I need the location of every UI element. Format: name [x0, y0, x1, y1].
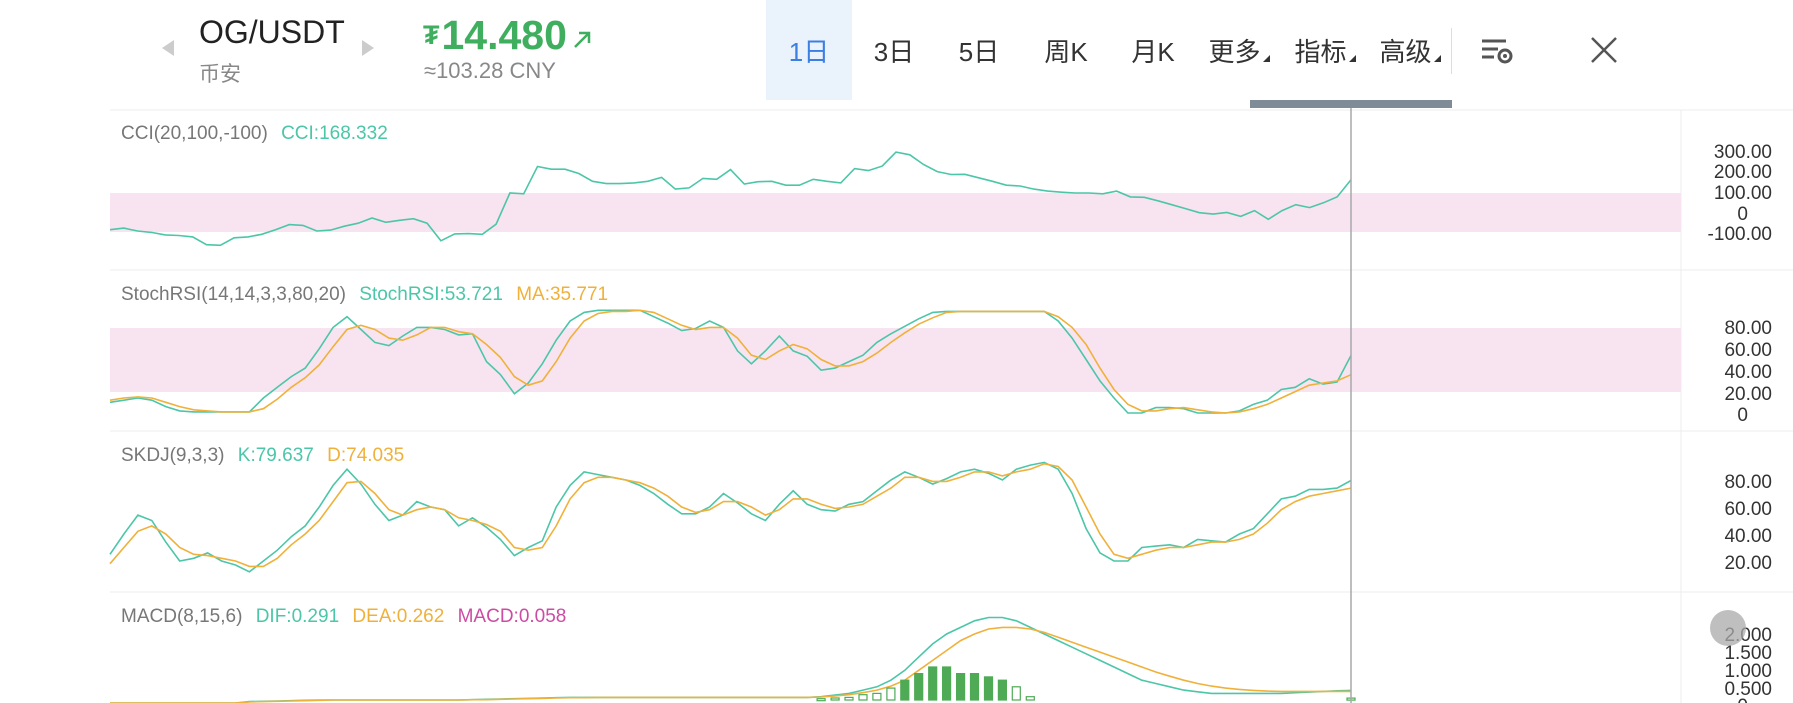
- skdj-legend: SKDJ(9,3,3) K:79.637 D:74.035: [121, 445, 404, 466]
- macd-histogram-bar: [872, 692, 882, 701]
- stochrsi-legend: StochRSI(14,14,3,3,80,20) StochRSI:53.72…: [121, 284, 608, 305]
- skdj-tick: 60.00: [1724, 499, 1772, 520]
- d-line: [109, 462, 1352, 568]
- macd-histogram-bar: [914, 672, 924, 701]
- stochrsi-tick: 40.00: [1724, 362, 1772, 383]
- skdj-tick: 20.00: [1724, 553, 1772, 574]
- indicator-charts[interactable]: CCI(20,100,-100) CCI:168.332 StochRSI(14…: [0, 0, 1793, 703]
- cci-tick: 100.00: [1714, 183, 1772, 204]
- macd-histogram-bar: [941, 666, 952, 701]
- stochrsi-tick: 20.00: [1724, 384, 1772, 405]
- macd-histogram-bar: [900, 679, 910, 701]
- stochrsi-band: [110, 328, 1681, 392]
- cci-tick: 300.00: [1714, 142, 1772, 163]
- stochrsi-tick: 60.00: [1724, 340, 1772, 361]
- cci-legend: CCI(20,100,-100) CCI:168.332: [121, 123, 388, 144]
- macd-histogram-bar: [969, 672, 980, 701]
- stochrsi-tick: 80.00: [1724, 318, 1772, 339]
- skdj-tick: 80.00: [1724, 472, 1772, 493]
- k-line: [109, 461, 1352, 573]
- macd-histogram-bar: [997, 679, 1008, 701]
- macd-histogram-bar: [928, 666, 938, 701]
- macd-histogram-bar: [955, 672, 966, 701]
- cci-tick: 200.00: [1714, 162, 1772, 183]
- cci-tick: 0: [1737, 204, 1748, 225]
- stochrsi-tick: 0: [1737, 405, 1748, 426]
- macd-histogram-bar: [1011, 686, 1021, 701]
- cci-tick: -100.00: [1708, 224, 1772, 245]
- skdj-axis: 80.00 60.00 40.00 20.00: [1724, 472, 1772, 574]
- dea-line: [110, 626, 1351, 703]
- stochrsi-axis: 80.00 60.00 40.00 20.00 0: [1724, 318, 1772, 426]
- macd-histogram-bar: [1025, 696, 1035, 701]
- macd-histogram-bar: [858, 694, 868, 701]
- scroll-handle[interactable]: [1710, 610, 1746, 646]
- macd-tick: 0.500: [1724, 679, 1772, 700]
- macd-histogram-bar: [886, 687, 896, 701]
- skdj-tick: 40.00: [1724, 526, 1772, 547]
- macd-tick: 0: [1737, 696, 1748, 703]
- macd-legend: MACD(8,15,6) DIF:0.291 DEA:0.262 MACD:0.…: [121, 606, 566, 627]
- macd-histogram-bar: [816, 698, 826, 702]
- macd-histogram-bar: [983, 676, 994, 701]
- macd-histogram-bar: [844, 696, 854, 701]
- dif-line: [110, 616, 1352, 703]
- macd-histogram-bar: [830, 697, 840, 701]
- cci-axis: 300.00 200.00 100.00 0 -100.00: [1708, 142, 1772, 245]
